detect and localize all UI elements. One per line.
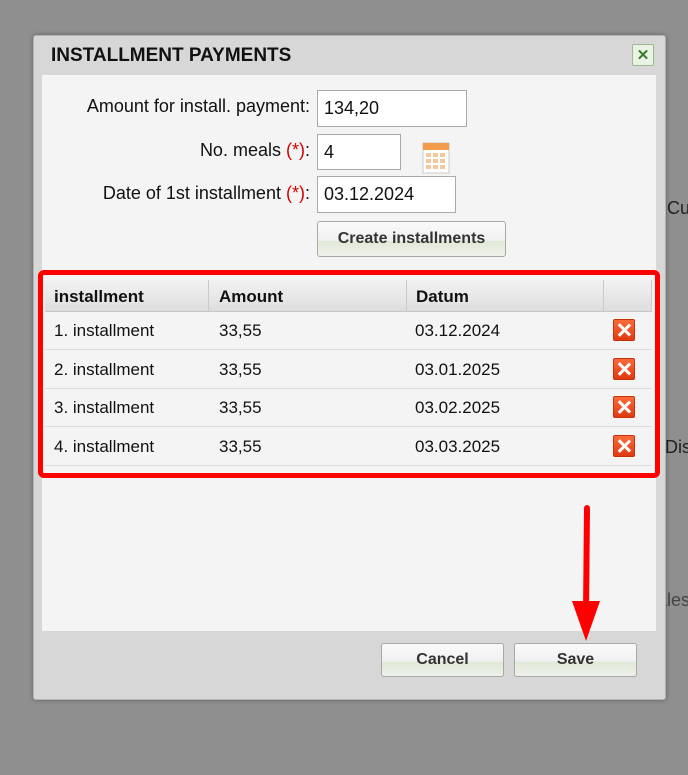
date-label-text: Date of 1st installment xyxy=(102,183,281,203)
meals-label-text: No. meals xyxy=(199,140,281,160)
create-installments-button[interactable]: Create installments xyxy=(317,221,506,257)
arrow-down-icon xyxy=(572,505,600,641)
meals-input[interactable] xyxy=(317,134,401,170)
calendar-icon[interactable] xyxy=(422,142,450,174)
required-marker: (*) xyxy=(285,140,305,160)
background-text-dis: Dis xyxy=(665,437,688,457)
background-text-cu: Cu xyxy=(667,198,688,218)
meals-label: No. meals (*): xyxy=(40,140,310,161)
colon: : xyxy=(304,183,310,203)
amount-label-text: Amount for install. payment: xyxy=(86,96,310,116)
save-button[interactable]: Save xyxy=(514,643,637,677)
dialog-title: INSTALLMENT PAYMENTS xyxy=(51,45,292,66)
date-label: Date of 1st installment (*): xyxy=(40,183,310,204)
date-input[interactable] xyxy=(317,176,456,213)
close-icon[interactable]: ✕ xyxy=(632,44,654,66)
table-highlight-box xyxy=(38,270,660,478)
amount-label: Amount for install. payment: xyxy=(40,96,310,117)
colon: : xyxy=(304,140,310,160)
amount-input[interactable] xyxy=(317,90,467,127)
cancel-button[interactable]: Cancel xyxy=(381,643,504,677)
required-marker: (*) xyxy=(285,183,305,203)
